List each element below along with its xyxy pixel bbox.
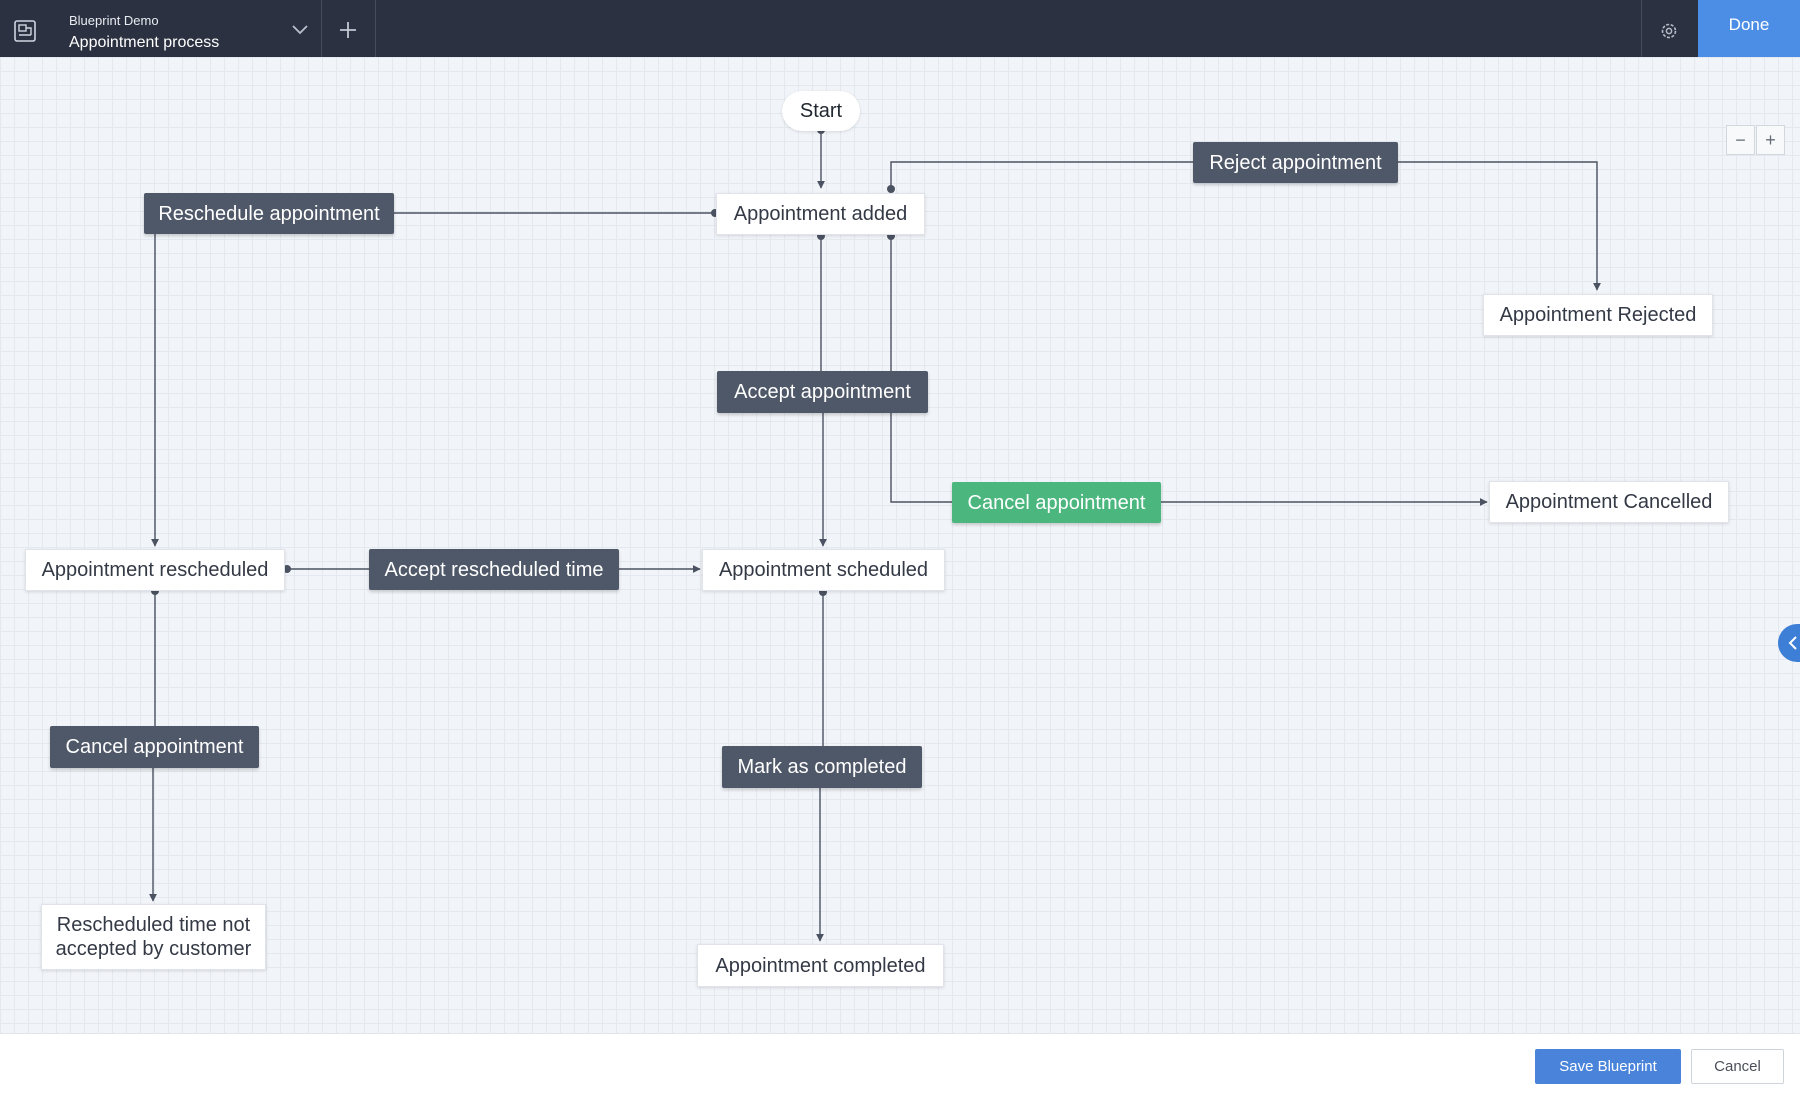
- top-bar: Blueprint Demo Appointment process Done: [0, 0, 1800, 57]
- edge-added-to-cancel: [890, 236, 953, 503]
- add-blueprint-button[interactable]: [332, 14, 364, 46]
- transition-accept-appointment[interactable]: Accept appointment: [717, 371, 928, 413]
- transition-cancel-appointment[interactable]: Cancel appointment: [952, 482, 1161, 523]
- settings-button[interactable]: [1655, 17, 1683, 45]
- transition-mark-as-completed[interactable]: Mark as completed: [722, 746, 922, 788]
- cancel-button[interactable]: Cancel: [1691, 1049, 1784, 1084]
- state-appointment-scheduled[interactable]: Appointment scheduled: [702, 549, 945, 591]
- zoom-in-button[interactable]: +: [1756, 125, 1785, 155]
- transition-reject-appointment[interactable]: Reject appointment: [1193, 142, 1398, 183]
- chevron-down-icon: [292, 25, 308, 35]
- gear-icon: [1661, 23, 1677, 39]
- edge-reject-to-rejected: [1397, 161, 1601, 291]
- footer-bar: Save Blueprint Cancel: [0, 1033, 1800, 1101]
- state-appointment-added[interactable]: Appointment added: [716, 193, 925, 235]
- zoom-out-button[interactable]: −: [1726, 125, 1755, 155]
- header-divider: [1641, 0, 1642, 57]
- transition-reschedule-appointment[interactable]: Reschedule appointment: [144, 193, 394, 234]
- state-appointment-rescheduled[interactable]: Appointment rescheduled: [25, 549, 285, 591]
- blueprint-canvas[interactable]: − + Start Appointment added Appointment …: [0, 57, 1800, 1033]
- edge-added-to-reject: [890, 161, 1194, 189]
- start-node[interactable]: Start: [782, 91, 860, 131]
- done-button[interactable]: Done: [1698, 0, 1800, 57]
- blueprint-title-block: Blueprint Demo Appointment process: [69, 13, 219, 52]
- save-blueprint-button[interactable]: Save Blueprint: [1535, 1049, 1681, 1084]
- blueprint-title: Appointment process: [69, 34, 220, 51]
- blueprint-icon: [14, 20, 36, 42]
- transition-cancel-rescheduled-appointment[interactable]: Cancel appointment: [50, 726, 259, 768]
- state-appointment-completed[interactable]: Appointment completed: [697, 944, 944, 987]
- blueprint-subtitle: Blueprint Demo: [69, 13, 159, 28]
- state-rescheduled-time-not-accepted[interactable]: Rescheduled time not accepted by custome…: [41, 904, 266, 970]
- state-appointment-cancelled[interactable]: Appointment Cancelled: [1489, 481, 1729, 523]
- plus-icon: [340, 22, 356, 38]
- zoom-controls: − +: [1726, 125, 1785, 155]
- blueprint-dropdown-button[interactable]: [286, 16, 314, 42]
- header-divider: [321, 0, 322, 57]
- transition-accept-rescheduled-time[interactable]: Accept rescheduled time: [369, 549, 619, 590]
- chevron-left-icon: [1788, 636, 1797, 650]
- state-appointment-rejected[interactable]: Appointment Rejected: [1483, 294, 1713, 336]
- header-divider: [375, 0, 376, 57]
